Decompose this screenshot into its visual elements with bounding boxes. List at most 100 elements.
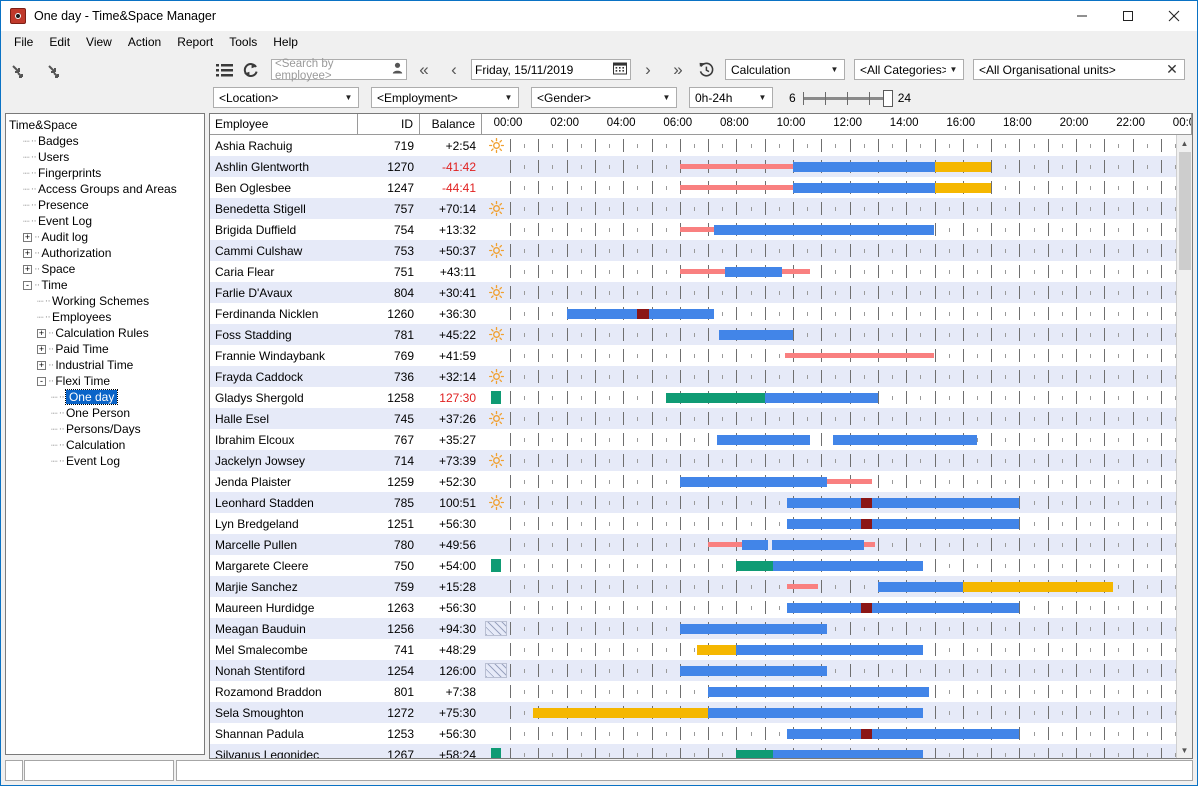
sidebar-item-employees[interactable]: ┈ ·· Employees [6, 309, 204, 325]
cell-timeline[interactable] [510, 597, 1192, 618]
column-header-id[interactable]: ID [358, 114, 420, 134]
table-row[interactable]: Halle Esel 745 +37:26 [210, 408, 1192, 429]
table-row[interactable]: Benedetta Stigell 757 +70:14 [210, 198, 1192, 219]
timeline-bar-green[interactable] [736, 750, 774, 758]
menu-action[interactable]: Action [120, 33, 169, 51]
menu-help[interactable]: Help [265, 33, 306, 51]
collapse-arrows-icon[interactable] [9, 61, 31, 83]
vertical-scrollbar[interactable]: ▲ ▼ [1176, 135, 1192, 758]
timeline-bar-green[interactable] [665, 393, 765, 403]
cell-timeline[interactable] [510, 723, 1192, 744]
timeline-bar-orange[interactable] [934, 183, 992, 193]
cell-timeline[interactable] [510, 555, 1192, 576]
table-row[interactable]: Ibrahim Elcoux 767 +35:27 [210, 429, 1192, 450]
menu-file[interactable]: File [6, 33, 41, 51]
expand-icon[interactable]: + [23, 248, 32, 258]
timeline-bar-darkred[interactable] [860, 603, 873, 613]
timeline-bar-red[interactable] [679, 227, 714, 232]
timeline-bar-row_alt[interactable] [767, 540, 772, 550]
timeline-bar-darkred[interactable] [860, 498, 873, 508]
sidebar-item-flexi-time[interactable]: - ·· Flexi Time [6, 373, 204, 389]
sidebar-item-space[interactable]: + ·· Space [6, 261, 204, 277]
table-row[interactable]: Margarete Cleere 750 +54:00 [210, 555, 1192, 576]
sidebar-item-industrial-time[interactable]: + ·· Industrial Time [6, 357, 204, 373]
cell-timeline[interactable] [510, 366, 1192, 387]
cell-timeline[interactable] [510, 198, 1192, 219]
sidebar-item-badges[interactable]: ┈ ·· Badges [6, 133, 204, 149]
sidebar-item-time-space[interactable]: Time&Space [6, 117, 204, 133]
collapse-icon[interactable]: - [37, 376, 46, 386]
timeline-bar-red[interactable] [826, 479, 873, 484]
clear-org-units-icon[interactable]: ✕ [1162, 61, 1182, 78]
refresh-icon[interactable] [239, 59, 261, 81]
expand-icon[interactable]: + [37, 328, 46, 338]
timeline-bar-blue[interactable] [742, 540, 864, 550]
navigation-tree[interactable]: Time&Space ┈ ·· Badges ┈ ·· Users ┈ ·· Fingerprin… [5, 113, 205, 755]
cell-timeline[interactable] [510, 177, 1192, 198]
table-row[interactable]: Ben Oglesbee 1247 -44:41 [210, 177, 1192, 198]
minimize-icon[interactable] [1059, 1, 1105, 31]
table-row[interactable]: Rozamond Braddon 801 +7:38 [210, 681, 1192, 702]
timeline-bar-blue[interactable] [877, 582, 963, 592]
table-row[interactable]: Foss Stadding 781 +45:22 [210, 324, 1192, 345]
sidebar-item-working-schemes[interactable]: ┈ ·· Working Schemes [6, 293, 204, 309]
expand-icon[interactable]: + [23, 232, 32, 242]
table-row[interactable]: Meagan Bauduin 1256 +94:30 [210, 618, 1192, 639]
cell-timeline[interactable] [510, 219, 1192, 240]
cell-timeline[interactable] [510, 660, 1192, 681]
menu-tools[interactable]: Tools [221, 33, 265, 51]
table-row[interactable]: Jackelyn Jowsey 714 +73:39 [210, 450, 1192, 471]
expand-icon[interactable]: + [37, 344, 46, 354]
cell-timeline[interactable] [510, 282, 1192, 303]
timeline-bar-blue[interactable] [679, 477, 827, 487]
table-row[interactable]: Gladys Shergold 1258 127:30 [210, 387, 1192, 408]
table-row[interactable]: Lyn Bredgeland 1251 +56:30 [210, 513, 1192, 534]
sidebar-item-event-log[interactable]: ┈ ·· Event Log [6, 453, 204, 469]
table-row[interactable]: Nonah Stentiford 1254 126:00 [210, 660, 1192, 681]
timeline-bar-blue[interactable] [725, 267, 782, 277]
table-row[interactable]: Frannie Windaybank 769 +41:59 [210, 345, 1192, 366]
table-row[interactable]: Ferdinanda Nicklen 1260 +36:30 [210, 303, 1192, 324]
cell-timeline[interactable] [510, 513, 1192, 534]
timeline-bar-green[interactable] [736, 561, 774, 571]
zoom-slider[interactable] [802, 89, 893, 107]
cell-timeline[interactable] [510, 702, 1192, 723]
table-row[interactable]: Farlie D'Avaux 804 +30:41 [210, 282, 1192, 303]
expand-icon[interactable]: + [23, 264, 32, 274]
timeline-bar-blue[interactable] [713, 225, 935, 235]
next-date-button[interactable]: › [635, 59, 661, 81]
table-row[interactable]: Cammi Culshaw 753 +50:37 [210, 240, 1192, 261]
sidebar-item-persons-days[interactable]: ┈ ·· Persons/Days [6, 421, 204, 437]
sidebar-item-fingerprints[interactable]: ┈ ·· Fingerprints [6, 165, 204, 181]
last-date-button[interactable]: » [665, 59, 691, 81]
sidebar-item-authorization[interactable]: + ·· Authorization [6, 245, 204, 261]
timeline-bar-blue[interactable] [708, 687, 929, 697]
timeline-bar-orange[interactable] [532, 708, 709, 718]
column-header-balance[interactable]: Balance [420, 114, 482, 134]
timeline-bar-blue[interactable] [679, 624, 827, 634]
cell-timeline[interactable] [510, 303, 1192, 324]
timeline-bar-blue[interactable] [736, 645, 924, 655]
cell-timeline[interactable] [510, 429, 1192, 450]
scroll-up-icon[interactable]: ▲ [1177, 135, 1193, 151]
cell-timeline[interactable] [510, 450, 1192, 471]
table-row[interactable]: Frayda Caddock 736 +32:14 [210, 366, 1192, 387]
sidebar-item-calculation-rules[interactable]: + ·· Calculation Rules [6, 325, 204, 341]
sidebar-item-users[interactable]: ┈ ·· Users [6, 149, 204, 165]
cell-timeline[interactable] [510, 156, 1192, 177]
timeline-bar-red[interactable] [784, 353, 935, 358]
menu-view[interactable]: View [78, 33, 120, 51]
sidebar-item-audit-log[interactable]: + ·· Audit log [6, 229, 204, 245]
cell-timeline[interactable] [510, 240, 1192, 261]
table-row[interactable]: Maureen Hurdidge 1263 +56:30 [210, 597, 1192, 618]
table-row[interactable]: Brigida Duffield 754 +13:32 [210, 219, 1192, 240]
categories-select[interactable]: <All Categories> ▼ [854, 59, 964, 80]
scrollbar-thumb[interactable] [1178, 152, 1191, 270]
timeline-bar-blue[interactable] [787, 729, 1020, 739]
timeline-bar-blue[interactable] [787, 498, 1020, 508]
table-row[interactable]: Caria Flear 751 +43:11 [210, 261, 1192, 282]
calendar-icon[interactable] [613, 61, 627, 78]
timeline-bar-blue[interactable] [832, 435, 977, 445]
gender-select[interactable]: <Gender> ▼ [531, 87, 677, 108]
cell-timeline[interactable] [510, 639, 1192, 660]
